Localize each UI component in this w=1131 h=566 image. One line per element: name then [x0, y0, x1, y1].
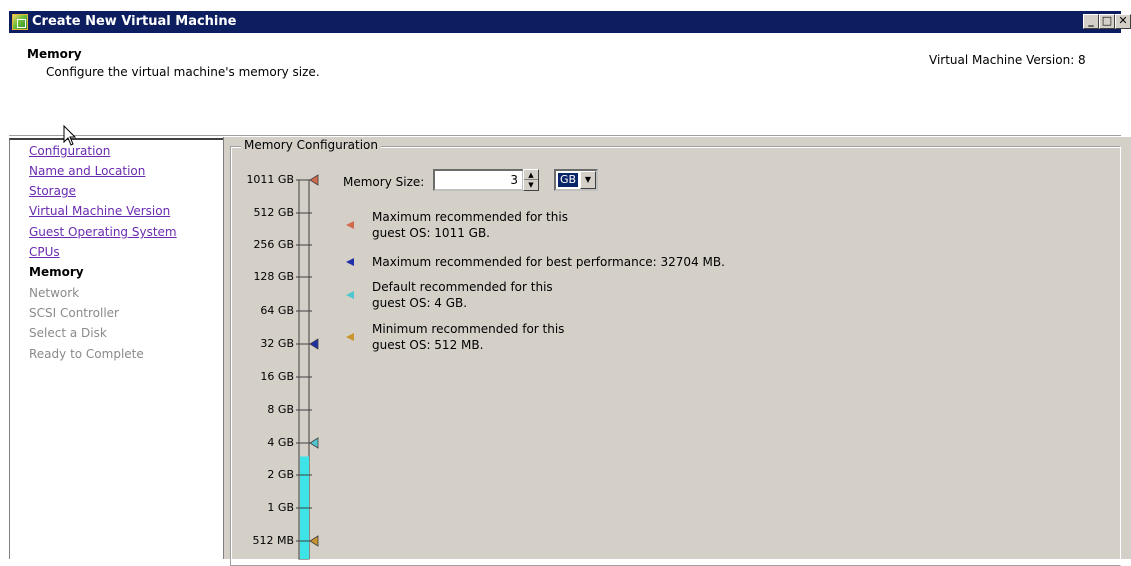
legend-text: guest OS: 1011 GB. [372, 226, 490, 240]
scale-tick-label: 256 GB [253, 238, 294, 251]
memory-unit-value: GB [556, 172, 580, 188]
nav-step-guest-operating-system[interactable]: Guest Operating System [29, 225, 177, 239]
maximize-button[interactable]: □ [1099, 14, 1115, 29]
scale-tick-label: 1011 GB [246, 173, 294, 186]
nav-step-select-a-disk: Select a Disk [29, 326, 107, 340]
scale-tick-label: 128 GB [253, 270, 294, 283]
memory-size-input[interactable]: 3 [433, 169, 524, 191]
vm-version-label: Virtual Machine Version: 8 [929, 53, 1086, 67]
nav-step-cpus[interactable]: CPUs [29, 245, 60, 259]
memory-size-spinner[interactable]: ▲ ▼ [523, 169, 539, 191]
legend-text: Default recommended for this [372, 280, 553, 294]
legend-marker-icon [346, 291, 354, 299]
nav-step-name-and-location[interactable]: Name and Location [29, 164, 145, 178]
window-title: Create New Virtual Machine [32, 14, 237, 29]
legend-text: Maximum recommended for this [372, 210, 568, 224]
mouse-cursor-icon [63, 125, 77, 146]
spin-up-icon[interactable]: ▲ [524, 170, 538, 180]
nav-step-storage[interactable]: Storage [29, 184, 76, 198]
close-button[interactable]: ✕ [1115, 14, 1131, 29]
nav-step-virtual-machine-version[interactable]: Virtual Machine Version [29, 204, 170, 218]
scale-tick-label: 512 MB [252, 534, 294, 547]
scale-tick-label: 16 GB [260, 370, 294, 383]
memory-config-group [230, 146, 1121, 566]
scale-marker-icon [309, 338, 319, 350]
scale-tick-label: 8 GB [267, 403, 294, 416]
legend-marker-icon [346, 333, 354, 341]
scale-tick-label: 1 GB [267, 501, 294, 514]
scale-marker-icon [309, 437, 319, 449]
scale-tick-label: 512 GB [253, 206, 294, 219]
legend-text: Maximum recommended for best performance… [372, 255, 725, 269]
scale-tick-label: 32 GB [260, 337, 294, 350]
scale-marker-icon [309, 535, 319, 547]
nav-step-ready-to-complete: Ready to Complete [29, 347, 144, 361]
legend-text: Minimum recommended for this [372, 322, 565, 336]
title-bar: Create New Virtual Machine _ □ ✕ [9, 11, 1131, 33]
page-title: Memory [27, 47, 82, 61]
scale-marker-icon [309, 174, 319, 186]
legend-text: guest OS: 512 MB. [372, 338, 484, 352]
memory-unit-select[interactable]: GB ▼ [554, 169, 598, 191]
chevron-down-icon[interactable]: ▼ [580, 171, 596, 189]
nav-step-network: Network [29, 286, 80, 300]
spin-down-icon[interactable]: ▼ [524, 180, 538, 190]
memory-size-label: Memory Size: [343, 175, 425, 189]
legend-marker-icon [346, 221, 354, 229]
memory-scale-slider[interactable] [290, 139, 330, 560]
page-subtitle: Configure the virtual machine's memory s… [46, 65, 320, 79]
scale-tick-label: 64 GB [260, 304, 294, 317]
legend-marker-icon [346, 258, 354, 266]
vm-app-icon [12, 14, 28, 30]
minimize-button[interactable]: _ [1083, 14, 1099, 29]
nav-step-scsi-controller: SCSI Controller [29, 306, 119, 320]
scale-tick-label: 4 GB [267, 436, 294, 449]
legend-text: guest OS: 4 GB. [372, 296, 468, 310]
nav-step-memory: Memory [29, 265, 84, 279]
scale-tick-label: 2 GB [267, 468, 294, 481]
